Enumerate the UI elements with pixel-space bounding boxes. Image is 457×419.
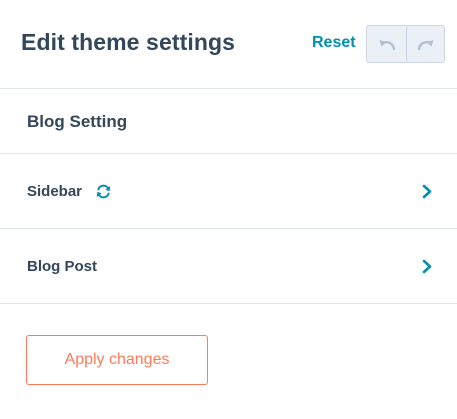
panel-header: Edit theme settings Reset (0, 0, 457, 89)
redo-icon (417, 40, 433, 51)
undo-icon (379, 40, 395, 51)
theme-settings-panel: Edit theme settings Reset Blog Setting S… (0, 0, 457, 419)
undo-redo-group (366, 25, 445, 63)
settings-row-sidebar[interactable]: Sidebar (0, 154, 457, 229)
settings-row-label: Blog Post (27, 258, 97, 275)
apply-changes-button[interactable]: Apply changes (26, 335, 208, 385)
section-heading: Blog Setting (0, 90, 457, 154)
panel-title: Edit theme settings (21, 29, 236, 55)
settings-row-label: Sidebar (27, 183, 83, 200)
section-heading-label: Blog Setting (27, 112, 128, 131)
reset-link[interactable]: Reset (312, 34, 356, 52)
chevron-right-icon (422, 184, 432, 199)
redo-button[interactable] (406, 26, 444, 62)
undo-button[interactable] (367, 26, 406, 62)
settings-row-blog-post[interactable]: Blog Post (0, 229, 457, 304)
chevron-right-icon (422, 259, 432, 274)
sync-icon (96, 184, 111, 199)
